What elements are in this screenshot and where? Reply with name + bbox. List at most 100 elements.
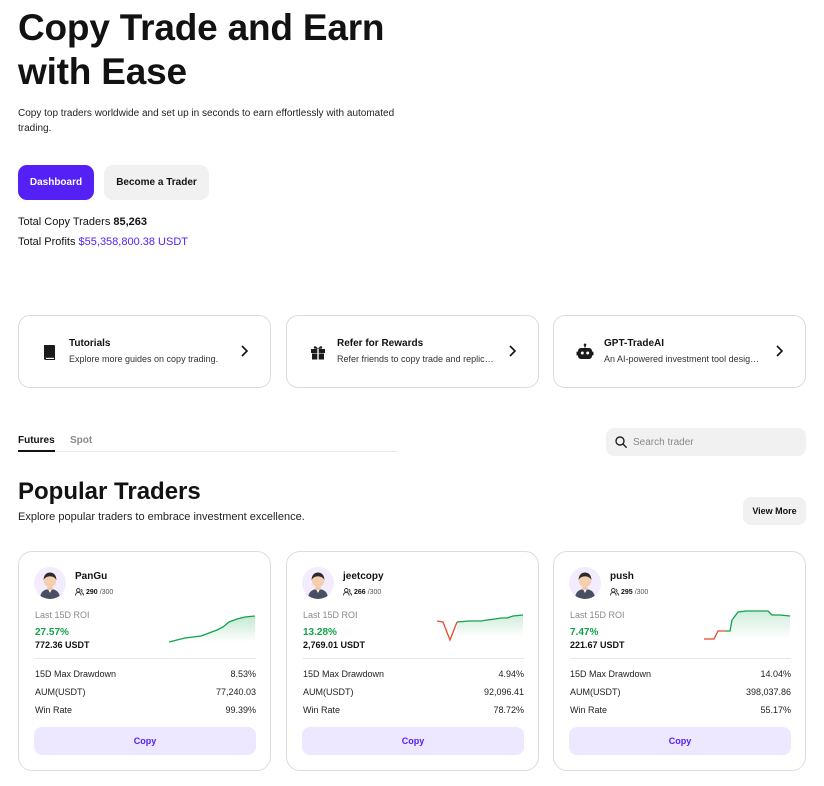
roi-label: Last 15D ROI <box>570 610 625 620</box>
follower-current: 290 <box>86 588 98 596</box>
win-rate-value: 55.17% <box>760 705 791 715</box>
trader-card[interactable]: PanGu 290/300 Last 15D ROI 27.57% 772.36… <box>18 551 271 771</box>
aum-label: AUM(USDT) <box>303 687 354 697</box>
aum-row: AUM(USDT) 77,240.03 <box>35 687 256 697</box>
roi-sparkline <box>436 614 524 642</box>
win-rate-label: Win Rate <box>303 705 341 715</box>
feature-title: Refer for Rewards <box>337 338 424 349</box>
gift-icon <box>311 346 325 360</box>
users-icon <box>343 588 352 596</box>
tab-futures[interactable]: Futures <box>18 435 55 452</box>
feature-card-refer[interactable]: Refer for Rewards Refer friends to copy … <box>286 315 539 388</box>
feature-desc: An AI-powered investment tool designed f… <box>604 354 764 364</box>
follower-count: 290/300 <box>75 588 113 596</box>
roi-value: 7.47% <box>570 627 599 638</box>
drawdown-row: 15D Max Drawdown 14.04% <box>570 669 791 679</box>
follower-max: /300 <box>99 588 114 596</box>
roi-label: Last 15D ROI <box>35 610 90 620</box>
trader-name: push <box>610 571 634 582</box>
follower-count: 266/300 <box>343 588 381 596</box>
roi-label: Last 15D ROI <box>303 610 358 620</box>
drawdown-label: 15D Max Drawdown <box>570 669 652 679</box>
aum-value: 398,037.86 <box>745 687 791 697</box>
follower-current: 266 <box>354 588 366 596</box>
pnl-value: 221.67 USDT <box>570 640 625 650</box>
follower-count: 295/300 <box>610 588 648 596</box>
market-tabs: Futures Spot <box>18 435 398 452</box>
win-rate-row: Win Rate 99.39% <box>35 705 256 715</box>
drawdown-label: 15D Max Drawdown <box>35 669 117 679</box>
chevron-right-icon <box>241 345 248 357</box>
total-copy-traders: Total Copy Traders 85,263 <box>18 216 147 228</box>
feature-title: Tutorials <box>69 338 111 349</box>
feature-desc: Refer friends to copy trade and replicat… <box>337 354 497 364</box>
section-subtitle: Explore popular traders to embrace inves… <box>18 511 305 523</box>
users-icon <box>75 588 84 596</box>
profits-value: $55,358,800.38 USDT <box>78 236 188 248</box>
win-rate-label: Win Rate <box>570 705 608 715</box>
search-input[interactable] <box>633 434 793 450</box>
pnl-value: 2,769.01 USDT <box>303 640 366 650</box>
section-title: Popular Traders <box>18 478 201 505</box>
card-divider <box>570 658 791 659</box>
trader-card[interactable]: push 295/300 Last 15D ROI 7.47% 221.67 U… <box>553 551 806 771</box>
drawdown-value: 4.94% <box>498 669 524 679</box>
trader-card[interactable]: jeetcopy 266/300 Last 15D ROI 13.28% 2,7… <box>286 551 539 771</box>
win-rate-value: 78.72% <box>493 705 524 715</box>
card-divider <box>303 658 524 659</box>
feature-card-gpt-tradeai[interactable]: GPT-TradeAI An AI-powered investment too… <box>553 315 806 388</box>
book-icon <box>44 345 55 361</box>
avatar <box>34 567 66 599</box>
search-box[interactable] <box>606 428 806 456</box>
aum-value: 77,240.03 <box>215 687 256 697</box>
drawdown-label: 15D Max Drawdown <box>303 669 385 679</box>
avatar <box>569 567 601 599</box>
robot-icon <box>576 343 594 359</box>
roi-value: 13.28% <box>303 627 337 638</box>
copy-button[interactable]: Copy <box>569 727 791 755</box>
drawdown-value: 8.53% <box>230 669 256 679</box>
roi-sparkline <box>704 610 791 640</box>
aum-value: 92,096.41 <box>483 687 524 697</box>
win-rate-row: Win Rate 55.17% <box>570 705 791 715</box>
profits-label: Total Profits <box>18 236 76 248</box>
search-icon <box>615 436 627 448</box>
total-profits: Total Profits $55,358,800.38 USDT <box>18 236 188 248</box>
aum-row: AUM(USDT) 398,037.86 <box>570 687 791 697</box>
roi-value: 27.57% <box>35 627 69 638</box>
drawdown-value: 14.04% <box>760 669 791 679</box>
feature-card-tutorials[interactable]: Tutorials Explore more guides on copy tr… <box>18 315 271 388</box>
become-trader-button[interactable]: Become a Trader <box>104 165 209 200</box>
win-rate-row: Win Rate 78.72% <box>303 705 524 715</box>
tab-spot[interactable]: Spot <box>70 435 92 452</box>
avatar <box>302 567 334 599</box>
hero-subtitle: Copy top traders worldwide and set up in… <box>18 108 395 134</box>
view-more-button[interactable]: View More <box>743 497 806 525</box>
copy-traders-value: 85,263 <box>113 216 148 228</box>
follower-max: /300 <box>634 588 649 596</box>
win-rate-label: Win Rate <box>35 705 73 715</box>
roi-sparkline <box>168 615 256 643</box>
drawdown-row: 15D Max Drawdown 8.53% <box>35 669 256 679</box>
trader-name: PanGu <box>75 571 108 582</box>
aum-row: AUM(USDT) 92,096.41 <box>303 687 524 697</box>
dashboard-button[interactable]: Dashboard <box>18 165 94 200</box>
users-icon <box>610 588 619 596</box>
feature-desc: Explore more guides on copy trading. <box>69 354 219 364</box>
card-divider <box>35 658 256 659</box>
drawdown-row: 15D Max Drawdown 4.94% <box>303 669 524 679</box>
follower-max: /300 <box>367 588 382 596</box>
trader-name: jeetcopy <box>343 571 384 582</box>
copy-button[interactable]: Copy <box>302 727 524 755</box>
pnl-value: 772.36 USDT <box>35 640 90 650</box>
follower-current: 295 <box>621 588 633 596</box>
copy-traders-label: Total Copy Traders <box>18 216 111 228</box>
copy-button[interactable]: Copy <box>34 727 256 755</box>
chevron-right-icon <box>776 345 783 357</box>
aum-label: AUM(USDT) <box>570 687 621 697</box>
win-rate-value: 99.39% <box>225 705 256 715</box>
chevron-right-icon <box>509 345 516 357</box>
aum-label: AUM(USDT) <box>35 687 86 697</box>
feature-title: GPT-TradeAI <box>604 338 665 349</box>
page-title: Copy Trade and Earn with Ease <box>18 7 385 92</box>
